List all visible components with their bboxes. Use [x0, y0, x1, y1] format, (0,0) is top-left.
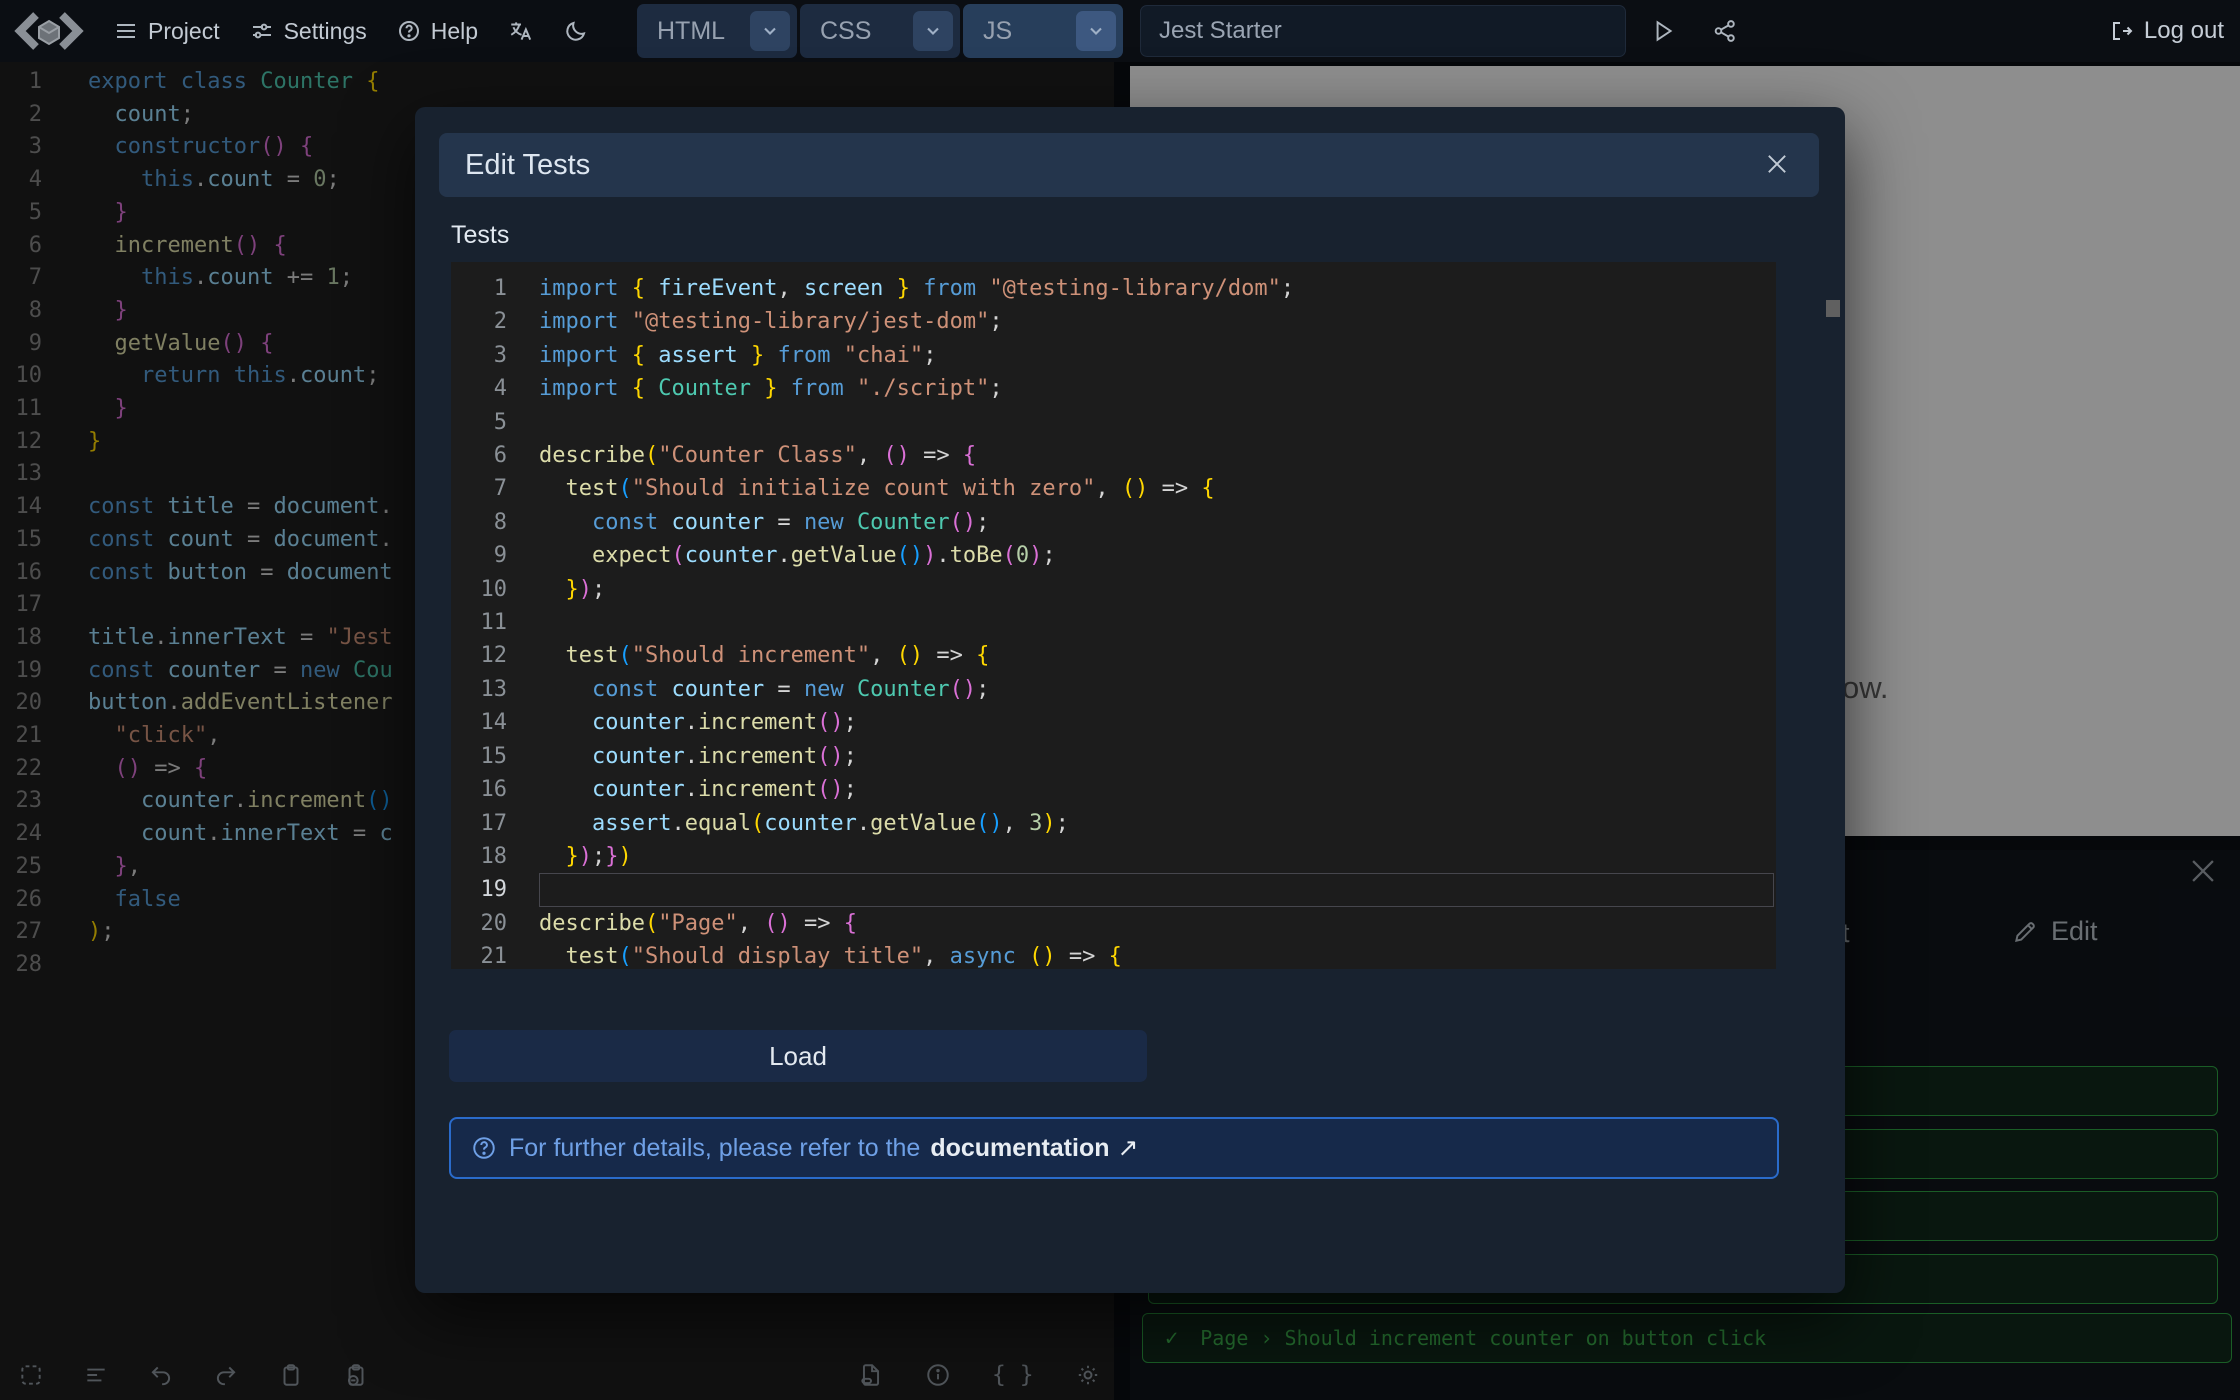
js-panel-select[interactable]: JS	[963, 4, 1123, 58]
code-line: 3import { assert } from "chai";	[451, 339, 1776, 372]
code-line: 19	[451, 873, 1776, 906]
modal-close-button[interactable]	[1763, 150, 1793, 180]
js-panel-chevron-button[interactable]	[1076, 11, 1116, 51]
html-panel-label: HTML	[657, 17, 725, 46]
edit-tests-modal: Edit Tests Tests 1import { fireEvent, sc…	[415, 107, 1845, 1293]
navbar-editor-group: HTML CSS JS	[637, 4, 1626, 58]
tests-code-editor[interactable]: 1import { fireEvent, screen } from "@tes…	[451, 262, 1776, 969]
nav-help-label: Help	[431, 18, 478, 45]
css-panel-chevron-button[interactable]	[913, 11, 953, 51]
logout-button[interactable]: Log out	[2110, 0, 2224, 62]
code-line: 7 test("Should initialize count with zer…	[451, 472, 1776, 505]
load-button[interactable]: Load	[449, 1030, 1147, 1082]
code-line: 1import { fireEvent, screen } from "@tes…	[451, 272, 1776, 305]
scrollbar-thumb[interactable]	[1826, 300, 1840, 317]
css-panel-label: CSS	[820, 17, 871, 46]
nav-project-button[interactable]: Project	[114, 18, 220, 45]
js-panel-label: JS	[983, 17, 1012, 46]
help-circle-icon	[471, 1135, 497, 1161]
code-line: 12 test("Should increment", () => {	[451, 639, 1776, 672]
top-navbar: Project Settings Help HTML	[0, 0, 2240, 62]
code-line: 2import "@testing-library/jest-dom";	[451, 305, 1776, 338]
code-line: 9 expect(counter.getValue()).toBe(0);	[451, 539, 1776, 572]
code-line: 18 });})	[451, 840, 1776, 873]
code-line: 6describe("Counter Class", () => {	[451, 439, 1776, 472]
project-name-input[interactable]	[1140, 5, 1626, 57]
documentation-link[interactable]: documentation	[930, 1134, 1109, 1163]
code-line: 20describe("Page", () => {	[451, 907, 1776, 940]
code-line: 15 counter.increment();	[451, 740, 1776, 773]
code-line: 13 const counter = new Counter();	[451, 673, 1776, 706]
documentation-banner: For further details, please refer to the…	[449, 1117, 1779, 1179]
code-line: 16 counter.increment();	[451, 773, 1776, 806]
navbar-left-group: Project Settings Help	[14, 0, 588, 62]
code-line: 14 counter.increment();	[451, 706, 1776, 739]
code-line: 8 const counter = new Counter();	[451, 506, 1776, 539]
moon-icon	[564, 19, 588, 43]
question-circle-icon	[397, 19, 421, 43]
hamburger-icon	[114, 19, 138, 43]
code-line: 21 test("Should display title", async ()…	[451, 940, 1776, 969]
code-line: 10 });	[451, 573, 1776, 606]
chevron-down-icon	[1086, 21, 1106, 41]
code-line: 11	[451, 606, 1776, 639]
logout-icon	[2110, 19, 2134, 43]
sliders-icon	[250, 19, 274, 43]
nav-project-label: Project	[148, 18, 220, 45]
nav-settings-label: Settings	[284, 18, 367, 45]
translate-icon	[508, 18, 534, 44]
navbar-actions-group	[1650, 0, 1738, 62]
banner-text: For further details, please refer to the	[509, 1134, 920, 1163]
modal-title: Edit Tests	[465, 149, 590, 182]
app-root: Project Settings Help HTML	[0, 0, 2240, 1400]
code-line: 4import { Counter } from "./script";	[451, 372, 1776, 405]
close-icon	[1763, 150, 1791, 178]
html-panel-chevron-button[interactable]	[750, 11, 790, 51]
tests-section-label: Tests	[451, 221, 509, 250]
nav-settings-button[interactable]: Settings	[250, 18, 367, 45]
run-play-button[interactable]	[1650, 18, 1676, 44]
app-logo-icon	[14, 9, 84, 53]
nav-help-button[interactable]: Help	[397, 18, 478, 45]
chevron-down-icon	[923, 21, 943, 41]
translate-button[interactable]	[508, 18, 534, 44]
external-link-arrow-icon: ↗	[1118, 1133, 1139, 1163]
logout-label: Log out	[2144, 17, 2224, 45]
share-icon[interactable]	[1712, 18, 1738, 44]
code-line: 5	[451, 406, 1776, 439]
chevron-down-icon	[760, 21, 780, 41]
code-line: 17 assert.equal(counter.getValue(), 3);	[451, 807, 1776, 840]
modal-header: Edit Tests	[439, 133, 1819, 197]
css-panel-select[interactable]: CSS	[800, 4, 960, 58]
html-panel-select[interactable]: HTML	[637, 4, 797, 58]
dark-mode-toggle[interactable]	[564, 19, 588, 43]
